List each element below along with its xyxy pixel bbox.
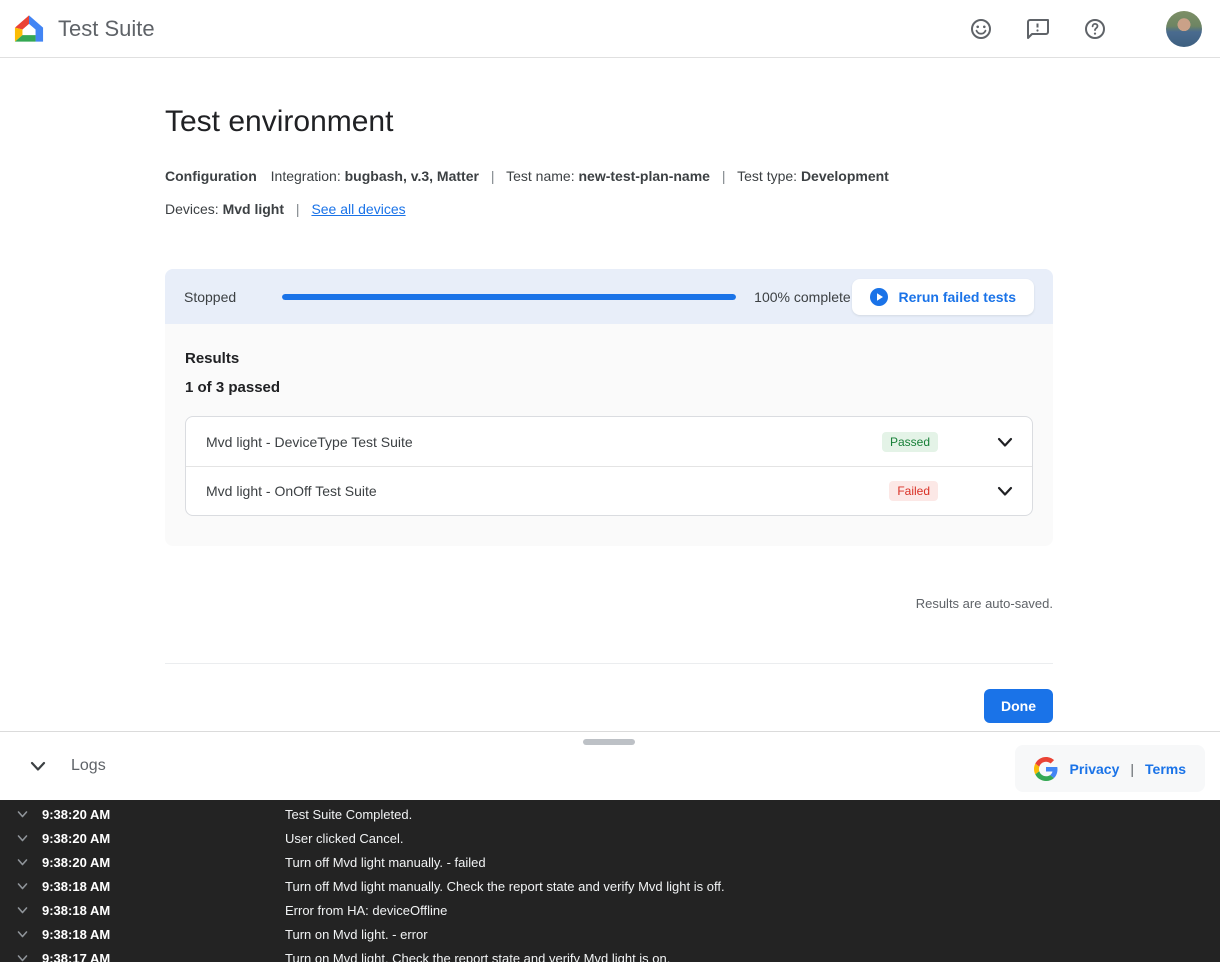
test-type-label: Test type: xyxy=(737,168,797,184)
logs-list: 9:38:20 AM Test Suite Completed. 9:38:20… xyxy=(0,800,1220,962)
log-row: 9:38:20 AM Turn off Mvd light manually. … xyxy=(0,850,1220,874)
log-row: 9:38:18 AM Turn off Mvd light manually. … xyxy=(0,874,1220,898)
log-timestamp: 9:38:20 AM xyxy=(42,807,285,822)
log-message: Turn on Mvd light. - error xyxy=(285,927,428,942)
app-title: Test Suite xyxy=(58,16,155,42)
log-message: Test Suite Completed. xyxy=(285,807,412,822)
run-state-label: Stopped xyxy=(184,289,236,305)
results-summary: 1 of 3 passed xyxy=(185,379,1033,396)
google-home-logo-icon xyxy=(14,14,44,43)
feedback-icon[interactable] xyxy=(1026,17,1050,41)
result-row[interactable]: Mvd light - OnOff Test Suite Failed xyxy=(186,466,1032,515)
expand-log-chevron-icon[interactable] xyxy=(15,807,30,822)
separator: | xyxy=(1130,761,1134,777)
results-section: Results 1 of 3 passed Mvd light - Device… xyxy=(165,324,1053,546)
log-row: 9:38:18 AM Error from HA: deviceOffline xyxy=(0,898,1220,922)
results-list: Mvd light - DeviceType Test Suite Passed… xyxy=(185,416,1033,516)
devices-value: Mvd light xyxy=(223,201,284,217)
help-icon[interactable] xyxy=(1083,17,1107,41)
configuration-label: Configuration xyxy=(165,168,257,184)
log-message: User clicked Cancel. xyxy=(285,831,404,846)
test-run-card: Stopped 100% complete Rerun failed tests… xyxy=(165,269,1053,546)
logs-panel: Logs Privacy | Terms 9:38:20 AM Test Sui… xyxy=(0,731,1220,962)
resize-handle[interactable] xyxy=(583,739,635,745)
devices-line: Devices: Mvd light | See all devices xyxy=(165,199,1053,219)
log-timestamp: 9:38:20 AM xyxy=(42,831,285,846)
log-message: Turn on Mvd light. Check the report stat… xyxy=(285,951,670,962)
rerun-button-label: Rerun failed tests xyxy=(899,289,1016,305)
avatar[interactable] xyxy=(1166,11,1202,47)
integration-value: bugbash, v.3, Matter xyxy=(345,168,479,184)
collapse-logs-chevron-icon[interactable] xyxy=(25,753,51,779)
expand-log-chevron-icon[interactable] xyxy=(15,855,30,870)
test-type-value: Development xyxy=(801,168,889,184)
log-row: 9:38:17 AM Turn on Mvd light. Check the … xyxy=(0,946,1220,962)
log-message: Error from HA: deviceOffline xyxy=(285,903,447,918)
rerun-failed-tests-button[interactable]: Rerun failed tests xyxy=(852,279,1034,315)
log-timestamp: 9:38:18 AM xyxy=(42,879,285,894)
expand-log-chevron-icon[interactable] xyxy=(15,831,30,846)
status-bar: Stopped 100% complete Rerun failed tests xyxy=(165,269,1053,324)
status-badge: Failed xyxy=(889,481,938,501)
emoji-icon[interactable] xyxy=(969,17,993,41)
status-badge: Passed xyxy=(882,432,938,452)
expand-log-chevron-icon[interactable] xyxy=(15,879,30,894)
result-name: Mvd light - OnOff Test Suite xyxy=(206,483,377,499)
separator: | xyxy=(296,201,300,217)
devices-label: Devices: xyxy=(165,201,219,217)
separator: | xyxy=(722,168,726,184)
results-heading: Results xyxy=(185,350,1033,367)
footer-divider xyxy=(165,663,1053,664)
test-name-label: Test name: xyxy=(506,168,574,184)
progress-bar xyxy=(282,294,736,300)
main-content: Test environment Configuration Integrati… xyxy=(0,58,1220,731)
log-row: 9:38:18 AM Turn on Mvd light. - error xyxy=(0,922,1220,946)
expand-log-chevron-icon[interactable] xyxy=(15,903,30,918)
chevron-down-icon[interactable] xyxy=(994,431,1016,453)
see-all-devices-link[interactable]: See all devices xyxy=(311,201,405,217)
log-timestamp: 9:38:18 AM xyxy=(42,927,285,942)
expand-log-chevron-icon[interactable] xyxy=(15,951,30,962)
play-icon xyxy=(870,288,888,306)
chevron-down-icon[interactable] xyxy=(994,480,1016,502)
google-g-icon xyxy=(1034,757,1058,781)
log-timestamp: 9:38:17 AM xyxy=(42,951,285,962)
privacy-terms: Privacy | Terms xyxy=(1015,745,1205,792)
progress-text: 100% complete xyxy=(754,289,851,305)
log-row: 9:38:20 AM User clicked Cancel. xyxy=(0,826,1220,850)
progress-bar-fill xyxy=(282,294,736,300)
page-title: Test environment xyxy=(165,104,1053,140)
log-row: 9:38:20 AM Test Suite Completed. xyxy=(0,802,1220,826)
privacy-link[interactable]: Privacy xyxy=(1070,761,1120,777)
result-row[interactable]: Mvd light - DeviceType Test Suite Passed xyxy=(186,417,1032,466)
autosave-note: Results are auto-saved. xyxy=(165,596,1053,611)
terms-link[interactable]: Terms xyxy=(1145,761,1186,777)
done-button[interactable]: Done xyxy=(984,689,1053,723)
separator: | xyxy=(491,168,495,184)
test-name-value: new-test-plan-name xyxy=(578,168,709,184)
header-actions xyxy=(969,11,1202,47)
log-timestamp: 9:38:20 AM xyxy=(42,855,285,870)
log-timestamp: 9:38:18 AM xyxy=(42,903,285,918)
log-message: Turn off Mvd light manually. - failed xyxy=(285,855,486,870)
integration-label: Integration: xyxy=(271,168,341,184)
result-name: Mvd light - DeviceType Test Suite xyxy=(206,434,413,450)
configuration-line: Configuration Integration: bugbash, v.3,… xyxy=(165,166,1053,186)
log-message: Turn off Mvd light manually. Check the r… xyxy=(285,879,725,894)
app-header: Test Suite xyxy=(0,0,1220,58)
logs-title: Logs xyxy=(71,757,106,775)
expand-log-chevron-icon[interactable] xyxy=(15,927,30,942)
logs-header: Logs Privacy | Terms xyxy=(0,731,1220,800)
